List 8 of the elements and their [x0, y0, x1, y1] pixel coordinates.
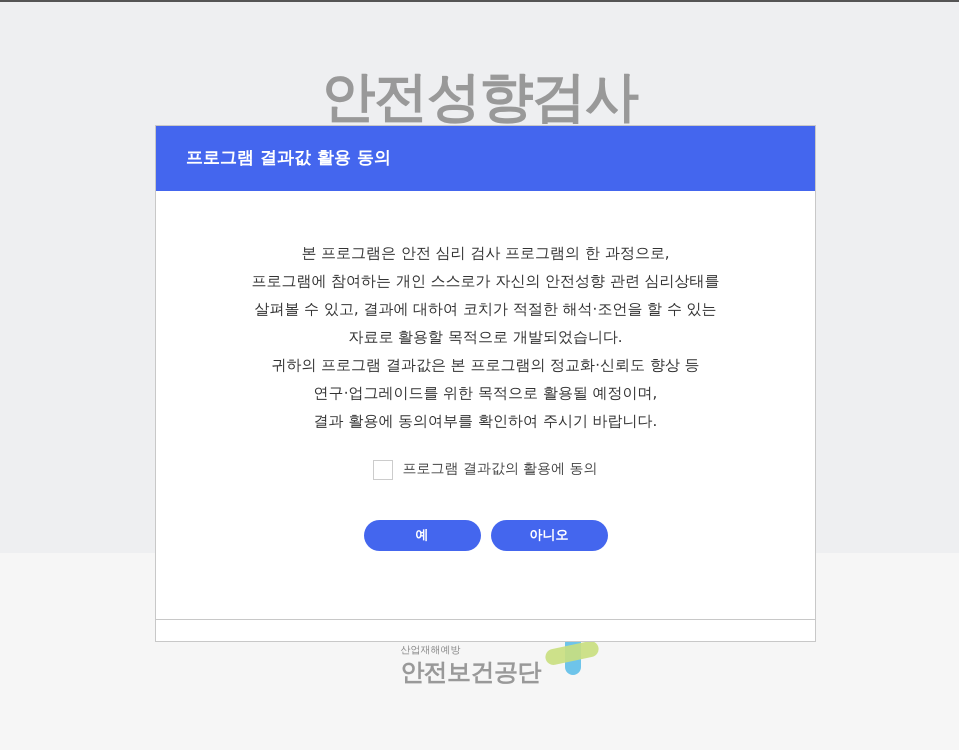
logo-tagline: 산업재해예방 [400, 644, 460, 657]
no-button[interactable]: 아니오 [490, 520, 608, 551]
consent-paragraph: 본 프로그램은 안전 심리 검사 프로그램의 한 과정으로, 프로그램에 참여하는 개인 스스로가 자신의 안전성향 관련 심리상태를 살펴볼 수 있고, 결과에 대하여 코치가 적절한 해석·조언을 할 수 있는 자료로 활용할 목적으로 개발되었습니다. 귀하의 프로그램 결과값은 본 프로그램의 정교화·신뢰도 향상 등 연구·업그레이드를 위한 목적으로 활용될 예정이며, 결과 활용에 동의여부를 확인하여 주시기 바랍니다. [251, 243, 720, 432]
page-title: 안전성향검사 [322, 70, 638, 124]
dialog-title: 프로그램 결과값 활용 동의 [186, 146, 391, 170]
yes-button[interactable]: 예 [364, 520, 480, 551]
consent-checkbox[interactable]: 프로그램 결과값의 활용에 동의 [373, 459, 598, 480]
logo-name: 안전보건공단 [400, 657, 541, 687]
